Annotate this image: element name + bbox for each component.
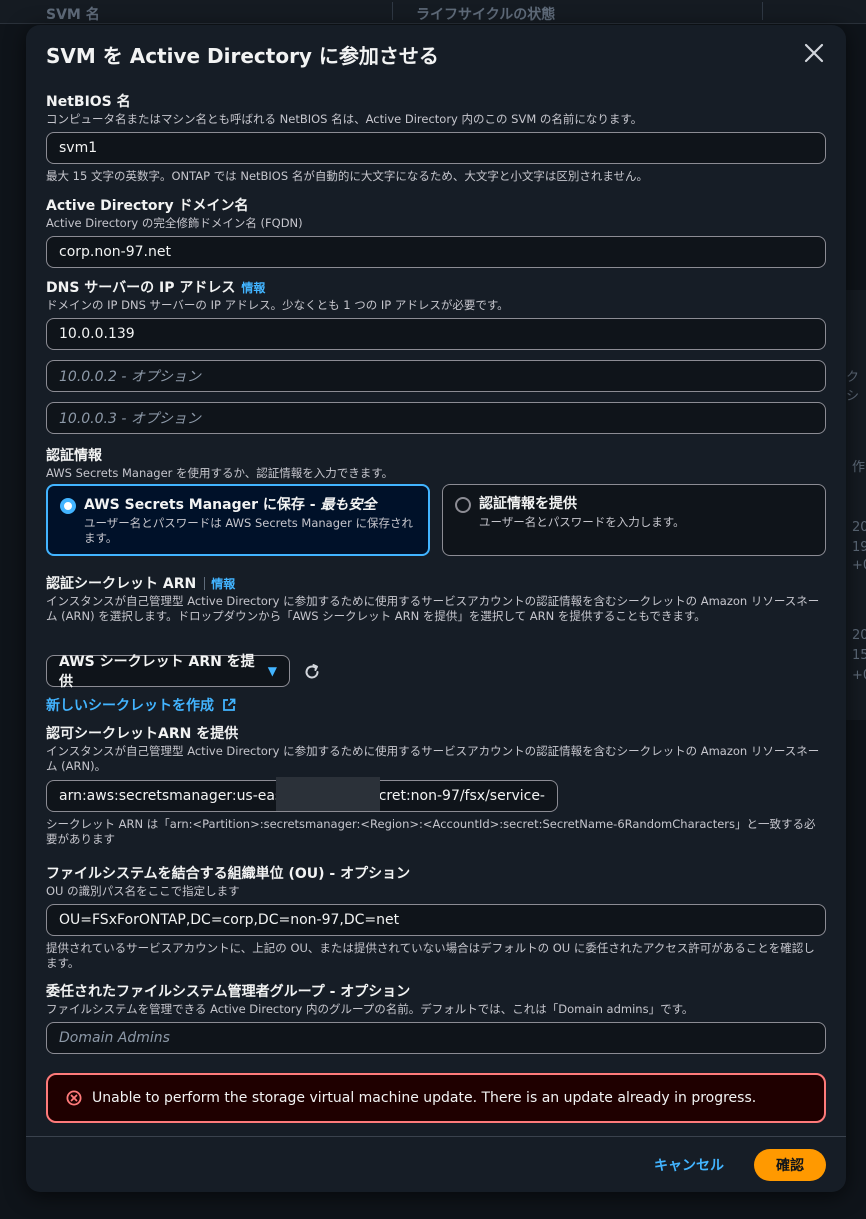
option-title-text: AWS Secrets Manager に保存 - [84, 497, 321, 513]
secret-arn-select[interactable]: AWS シークレット ARN を提供 ▼ [46, 654, 290, 690]
dns-label-text: DNS サーバーの IP アドレス [46, 280, 236, 296]
create-secret-link[interactable]: 新しいシークレットを作成 [46, 695, 236, 715]
secret-arn-label: 認証シークレット ARN 情報 [46, 575, 821, 593]
auth-arn-label: 認可シークレットARN を提供 [46, 726, 239, 742]
dns-input-1[interactable]: 10.0.0.139 [46, 318, 826, 350]
dns-input-3[interactable]: 10.0.0.3 - オプション [46, 402, 826, 434]
ou-hint: 提供されているサービスアカウントに、上記の OU、または提供されていない場合はデ… [46, 941, 815, 970]
secret-arn-info-link[interactable]: 情報 [211, 577, 235, 591]
credentials-option-secrets-manager[interactable]: AWS Secrets Manager に保存 - 最も安全 ユーザー名とパスワ… [46, 484, 430, 556]
credentials-description: AWS Secrets Manager を使用するか、認証情報を入力できます。 [46, 466, 394, 480]
bg-text: 19 [852, 540, 866, 555]
dns-info-link[interactable]: 情報 [241, 281, 265, 295]
credentials-section: 認証情報 AWS Secrets Manager を使用するか、認証情報を入力で… [46, 447, 393, 481]
error-alert: Unable to perform the storage virtual ma… [46, 1073, 826, 1123]
bg-text: 20 [852, 520, 866, 535]
netbios-input[interactable]: svm1 [46, 132, 826, 164]
admin-group-input[interactable]: Domain Admins [46, 1022, 826, 1054]
admin-group-section: 委任されたファイルシステム管理者グループ - オプション ファイルシステムを管理… [46, 983, 826, 1054]
dns-input-2[interactable]: 10.0.0.2 - オプション [46, 360, 826, 392]
dns-label: DNS サーバーの IP アドレス 情報 [46, 279, 826, 297]
column-divider [762, 2, 763, 20]
footer-divider [26, 1136, 846, 1137]
ou-label: ファイルシステムを結合する組織単位 (OU) - オプション [46, 866, 411, 882]
bg-text: 20 [852, 628, 866, 643]
netbios-hint: 最大 15 文字の英数字。ONTAP では NetBIOS 名が自動的に大文字に… [46, 169, 648, 183]
netbios-section: NetBIOS 名 コンピュータ名またはマシン名とも呼ばれる NetBIOS 名… [46, 93, 826, 184]
column-header-lifecycle: ライフサイクルの状態 [416, 7, 556, 23]
domain-input[interactable]: corp.non-97.net [46, 236, 826, 268]
radio-selected-icon [60, 498, 76, 514]
radio-unselected-icon [455, 497, 471, 513]
column-divider [392, 2, 393, 20]
option-description: ユーザー名とパスワードを入力します。 [479, 515, 685, 529]
close-button[interactable] [802, 41, 826, 65]
auth-arn-description: インスタンスが自己管理型 Active Directory に参加するために使用… [46, 744, 820, 773]
domain-section: Active Directory ドメイン名 Active Directory … [46, 197, 826, 268]
external-link-icon [223, 698, 236, 711]
secret-arn-section: 認証シークレット ARN 情報 インスタンスが自己管理型 Active Direc… [46, 575, 821, 624]
join-ad-modal: SVM を Active Directory に参加させる NetBIOS 名 … [26, 25, 846, 1192]
create-secret-link-text: 新しいシークレットを作成 [46, 698, 214, 714]
domain-description: Active Directory の完全修飾ドメイン名 (FQDN) [46, 216, 303, 230]
info-divider [204, 577, 206, 590]
bg-text: +0 [852, 558, 866, 573]
secret-arn-label-text: 認証シークレット ARN [46, 576, 197, 592]
secret-arn-description: インスタンスが自己管理型 Active Directory に参加するために使用… [46, 594, 820, 623]
close-icon [804, 43, 824, 63]
modal-title: SVM を Active Directory に参加させる [46, 44, 439, 68]
admin-group-description: ファイルシステムを管理できる Active Directory 内のグループの名… [46, 1002, 694, 1016]
admin-group-label: 委任されたファイルシステム管理者グループ - オプション [46, 984, 411, 1000]
confirm-button[interactable]: 確認 [754, 1149, 826, 1181]
auth-arn-hint: シークレット ARN は「arn:<Partition>:secretsmana… [46, 817, 816, 846]
netbios-description: コンピュータ名またはマシン名とも呼ばれる NetBIOS 名は、Active D… [46, 112, 643, 126]
secret-arn-select-value: AWS シークレット ARN を提供 [59, 654, 255, 690]
caret-down-icon: ▼ [267, 664, 277, 678]
error-icon [66, 1090, 82, 1106]
column-header-svm-name: SVM 名 [46, 7, 100, 23]
option-title: 認証情報を提供 [479, 496, 577, 512]
bg-text: +0 [852, 668, 866, 683]
dns-description: ドメインの IP DNS サーバーの IP アドレス。少なくとも 1 つの IP… [46, 298, 509, 312]
auth-arn-section: 認可シークレットARN を提供 インスタンスが自己管理型 Active Dire… [46, 725, 821, 774]
option-description: ユーザー名とパスワードは AWS Secrets Manager に保存されます… [84, 516, 413, 545]
bg-text: 15 [852, 648, 866, 663]
bg-text: クシ [846, 370, 860, 404]
credentials-option-provide[interactable]: 認証情報を提供 ユーザー名とパスワードを入力します。 [442, 484, 826, 556]
refresh-button[interactable] [302, 662, 322, 682]
cancel-button[interactable]: キャンセル [646, 1149, 732, 1181]
refresh-icon [305, 664, 319, 679]
error-message: Unable to perform the storage virtual ma… [92, 1090, 757, 1106]
netbios-label: NetBIOS 名 [46, 94, 131, 110]
bg-text: 作 [852, 460, 866, 475]
redacted-block [276, 777, 380, 811]
dns-section: DNS サーバーの IP アドレス 情報 ドメインの IP DNS サーバーの I… [46, 279, 826, 434]
auth-arn-value-suffix: :secret:non-97/fsx/service- [358, 788, 545, 804]
ou-section: ファイルシステムを結合する組織単位 (OU) - オプション OU の識別パス名… [46, 865, 826, 971]
domain-label: Active Directory ドメイン名 [46, 198, 249, 214]
option-title: AWS Secrets Manager に保存 - 最も安全 [84, 496, 416, 514]
option-title-emphasis: 最も安全 [320, 497, 377, 513]
credentials-label: 認証情報 [46, 448, 102, 464]
ou-input[interactable]: OU=FSxForONTAP,DC=corp,DC=non-97,DC=net [46, 904, 826, 936]
auth-arn-value-prefix: arn:aws:secretsmanager:us-east-1 [59, 788, 302, 804]
background-side-panel: クシ 作 20 19 +0 20 15 +0 [846, 290, 866, 720]
background-table-header: SVM 名 ライフサイクルの状態 [0, 0, 866, 24]
ou-description: OU の識別パス名をここで指定します [46, 884, 240, 898]
